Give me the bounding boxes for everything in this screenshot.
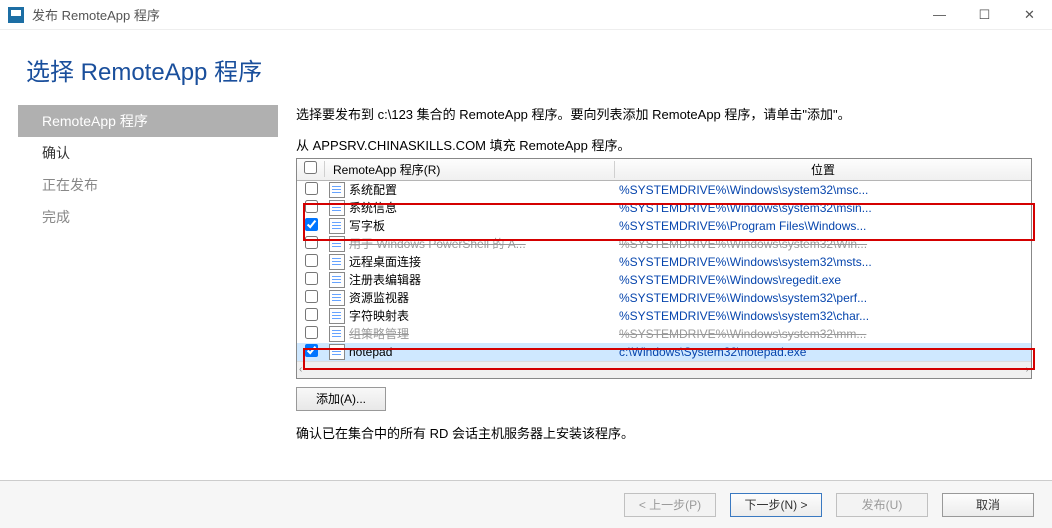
program-name: notepad xyxy=(349,345,392,359)
add-button[interactable]: 添加(A)... xyxy=(296,387,386,411)
table-row[interactable]: 用于 Windows PowerShell 的 A... %SYSTEMDRIVE… xyxy=(297,235,1031,253)
program-location: %SYSTEMDRIVE%\Windows\system32\mm... xyxy=(615,327,1031,341)
program-name: 远程桌面连接 xyxy=(349,253,421,270)
table-row[interactable]: notepad c:\Windows\System32\notepad.exe xyxy=(297,343,1031,361)
scroll-left-icon[interactable]: ‹ xyxy=(299,364,302,375)
table-row[interactable]: 远程桌面连接 %SYSTEMDRIVE%\Windows\system32\mst… xyxy=(297,253,1031,271)
program-name: 系统配置 xyxy=(349,181,397,198)
row-checkbox[interactable] xyxy=(305,344,318,357)
program-location: c:\Windows\System32\notepad.exe xyxy=(615,345,1031,359)
publish-button[interactable]: 发布(U) xyxy=(836,493,928,517)
row-checkbox[interactable] xyxy=(305,182,318,195)
table-header: RemoteApp 程序(R) 位置 xyxy=(297,159,1031,181)
program-name: 资源监视器 xyxy=(349,289,409,306)
table-row[interactable]: 注册表编辑器 %SYSTEMDRIVE%\Windows\regedit.exe xyxy=(297,271,1031,289)
wizard-steps-sidebar: RemoteApp 程序 确认 正在发布 完成 xyxy=(18,105,278,480)
program-icon xyxy=(329,254,345,270)
step-confirm[interactable]: 确认 xyxy=(18,137,278,169)
program-icon xyxy=(329,182,345,198)
row-checkbox[interactable] xyxy=(305,326,318,339)
populate-source-text: 从 APPSRV.CHINASKILLS.COM 填充 RemoteApp 程序… xyxy=(296,135,1032,154)
app-icon xyxy=(8,7,24,23)
table-row[interactable]: 写字板 %SYSTEMDRIVE%\Program Files\Windows..… xyxy=(297,217,1031,235)
row-checkbox[interactable] xyxy=(305,236,318,249)
program-name: 字符映射表 xyxy=(349,307,409,324)
cancel-button[interactable]: 取消 xyxy=(942,493,1034,517)
program-icon xyxy=(329,200,345,216)
program-location: %SYSTEMDRIVE%\Windows\system32\msin... xyxy=(615,201,1031,215)
row-checkbox[interactable] xyxy=(305,290,318,303)
row-checkbox[interactable] xyxy=(305,308,318,321)
table-body[interactable]: 系统配置 %SYSTEMDRIVE%\Windows\system32\msc..… xyxy=(297,181,1031,361)
title-bar: 发布 RemoteApp 程序 — ☐ ✕ xyxy=(0,0,1052,30)
program-location: %SYSTEMDRIVE%\Program Files\Windows... xyxy=(615,219,1031,233)
window-title: 发布 RemoteApp 程序 xyxy=(32,5,917,24)
header-checkbox-col[interactable] xyxy=(297,161,325,177)
step-complete: 完成 xyxy=(18,201,278,233)
page-title: 选择 RemoteApp 程序 xyxy=(26,52,1034,87)
program-location: %SYSTEMDRIVE%\Windows\system32\Win... xyxy=(615,237,1031,251)
program-icon xyxy=(329,272,345,288)
program-icon xyxy=(329,218,345,234)
scroll-right-icon[interactable]: › xyxy=(1026,364,1029,375)
maximize-button[interactable]: ☐ xyxy=(962,0,1007,30)
table-row[interactable]: 资源监视器 %SYSTEMDRIVE%\Windows\system32\perf… xyxy=(297,289,1031,307)
program-location: %SYSTEMDRIVE%\Windows\system32\msc... xyxy=(615,183,1031,197)
program-icon xyxy=(329,290,345,306)
table-row[interactable]: 字符映射表 %SYSTEMDRIVE%\Windows\system32\char… xyxy=(297,307,1031,325)
program-name: 组策略管理 xyxy=(349,325,409,342)
program-location: %SYSTEMDRIVE%\Windows\system32\char... xyxy=(615,309,1031,323)
header-location[interactable]: 位置 xyxy=(615,161,1031,178)
table-row[interactable]: 组策略管理 %SYSTEMDRIVE%\Windows\system32\mm..… xyxy=(297,325,1031,343)
confirm-note: 确认已在集合中的所有 RD 会话主机服务器上安装该程序。 xyxy=(296,423,1032,442)
program-location: %SYSTEMDRIVE%\Windows\system32\perf... xyxy=(615,291,1031,305)
previous-button[interactable]: < 上一步(P) xyxy=(624,493,716,517)
program-location: %SYSTEMDRIVE%\Windows\regedit.exe xyxy=(615,273,1031,287)
programs-table: RemoteApp 程序(R) 位置 系统配置 %SYSTEMDRIVE%\Win… xyxy=(296,158,1032,379)
program-icon xyxy=(329,308,345,324)
next-button[interactable]: 下一步(N) > xyxy=(730,493,822,517)
minimize-button[interactable]: — xyxy=(917,0,962,30)
horizontal-scrollbar[interactable]: ‹ › xyxy=(297,361,1031,378)
program-name: 注册表编辑器 xyxy=(349,271,421,288)
wizard-footer: < 上一步(P) 下一步(N) > 发布(U) 取消 xyxy=(0,480,1052,528)
program-icon xyxy=(329,344,345,360)
program-icon xyxy=(329,326,345,342)
program-location: %SYSTEMDRIVE%\Windows\system32\msts... xyxy=(615,255,1031,269)
program-name: 用于 Windows PowerShell 的 A... xyxy=(349,235,526,252)
program-name: 写字板 xyxy=(349,217,385,234)
step-remoteapp[interactable]: RemoteApp 程序 xyxy=(18,105,278,137)
select-all-checkbox[interactable] xyxy=(304,161,317,174)
header-name[interactable]: RemoteApp 程序(R) xyxy=(325,161,615,178)
row-checkbox[interactable] xyxy=(305,254,318,267)
program-icon xyxy=(329,236,345,252)
program-name: 系统信息 xyxy=(349,199,397,216)
table-row[interactable]: 系统配置 %SYSTEMDRIVE%\Windows\system32\msc..… xyxy=(297,181,1031,199)
table-row[interactable]: 系统信息 %SYSTEMDRIVE%\Windows\system32\msin.… xyxy=(297,199,1031,217)
window-controls: — ☐ ✕ xyxy=(917,0,1052,30)
step-publishing: 正在发布 xyxy=(18,169,278,201)
instruction-text: 选择要发布到 c:\123 集合的 RemoteApp 程序。要向列表添加 Re… xyxy=(296,105,1032,125)
close-button[interactable]: ✕ xyxy=(1007,0,1052,30)
row-checkbox[interactable] xyxy=(305,200,318,213)
row-checkbox[interactable] xyxy=(305,218,318,231)
row-checkbox[interactable] xyxy=(305,272,318,285)
